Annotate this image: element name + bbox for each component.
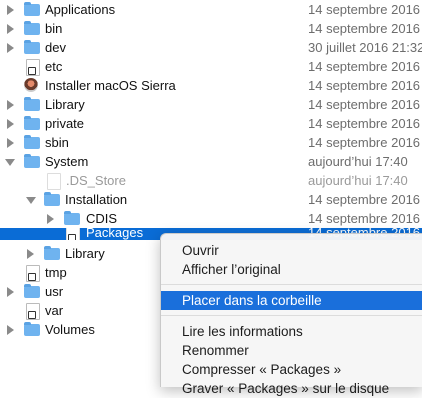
file-name: .DS_Store <box>66 173 126 188</box>
disclosure-arrow-open-icon[interactable] <box>26 197 36 204</box>
disclosure-arrow-icon[interactable] <box>7 119 14 129</box>
folder-icon <box>24 21 40 35</box>
disclosure-arrow-icon[interactable] <box>7 100 14 110</box>
alias-file-icon <box>26 59 40 76</box>
modified-date: 14 septembre 2016 0 <box>308 97 422 112</box>
file-name: var <box>45 303 64 318</box>
menu-item-get-info[interactable]: Lire les informations <box>161 322 422 341</box>
list-row-system[interactable]: System aujourd’hui 17:40 <box>0 152 422 171</box>
folder-icon <box>24 135 40 149</box>
menu-separator <box>161 315 422 316</box>
file-name: tmp <box>45 265 67 280</box>
modified-date: 14 septembre 2016 0 <box>308 2 422 17</box>
file-name: usr <box>45 284 64 299</box>
alias-arrow-icon <box>68 234 76 240</box>
disclosure-arrow-open-icon[interactable] <box>5 159 15 166</box>
file-name: dev <box>45 40 66 55</box>
folder-icon <box>24 154 40 168</box>
modified-date: aujourd’hui 17:40 <box>308 173 408 188</box>
folder-icon <box>64 211 80 225</box>
list-row-private[interactable]: private 14 septembre 2016 0 <box>0 114 422 133</box>
folder-icon <box>24 322 40 336</box>
disclosure-arrow-icon[interactable] <box>27 249 34 259</box>
file-name: CDIS <box>86 211 118 226</box>
alias-arrow-icon <box>28 67 36 75</box>
alias-arrow-icon <box>28 311 36 319</box>
file-name: Applications <box>45 2 116 17</box>
document-icon <box>47 173 61 190</box>
file-name: Installer macOS Sierra <box>45 78 176 93</box>
disclosure-arrow-icon[interactable] <box>7 138 14 148</box>
file-name: Installation <box>65 192 128 207</box>
list-row-ds-store[interactable]: .DS_Store aujourd’hui 17:40 <box>0 171 422 190</box>
file-name: bin <box>45 21 63 36</box>
list-row-dev[interactable]: dev 30 juillet 2016 21:32 <box>0 38 422 57</box>
modified-date: 14 septembre 2016 0 <box>308 78 422 93</box>
file-name: Volumes <box>45 322 95 337</box>
file-name: System <box>45 154 89 169</box>
disclosure-arrow-icon[interactable] <box>7 287 14 297</box>
file-name: sbin <box>45 135 69 150</box>
modified-date: 14 septembre 2016 0 <box>308 116 422 131</box>
modified-date: 14 septembre 2016 0 <box>308 21 422 36</box>
menu-item-burn[interactable]: Graver « Packages » sur le disque <box>161 379 422 398</box>
list-row-bin[interactable]: bin 14 septembre 2016 0 <box>0 19 422 38</box>
menu-item-show-original[interactable]: Afficher l’original <box>161 260 422 279</box>
folder-icon <box>24 116 40 130</box>
alias-file-icon <box>66 228 80 240</box>
modified-date: 30 juillet 2016 21:32 <box>308 40 422 55</box>
list-row-installation[interactable]: Installation 14 septembre 2016 0 <box>0 190 422 209</box>
alias-file-icon <box>26 265 40 282</box>
folder-icon <box>24 40 40 54</box>
modified-date: 14 septembre 2016 0 <box>308 192 422 207</box>
disclosure-arrow-icon[interactable] <box>7 325 14 335</box>
menu-item-open[interactable]: Ouvrir <box>161 241 422 260</box>
modified-date: 14 septembre 2016 0 <box>308 135 422 150</box>
list-row-etc[interactable]: etc 14 septembre 2016 0 <box>0 57 422 76</box>
file-name: private <box>45 116 85 131</box>
file-name: Library <box>45 97 85 112</box>
file-name: Packages <box>86 228 144 240</box>
list-row-applications[interactable]: Applications 14 septembre 2016 0 <box>0 0 422 19</box>
list-row-installer[interactable]: Installer macOS Sierra 14 septembre 2016… <box>0 76 422 95</box>
modified-date: aujourd’hui 17:40 <box>308 154 408 169</box>
disclosure-arrow-icon[interactable] <box>7 24 14 34</box>
menu-item-compress[interactable]: Compresser « Packages » <box>161 360 422 379</box>
menu-separator <box>161 284 422 285</box>
folder-icon <box>44 246 60 260</box>
menu-item-move-to-trash[interactable]: Placer dans la corbeille <box>161 291 422 310</box>
menu-item-rename[interactable]: Renommer <box>161 341 422 360</box>
file-name: Library <box>65 246 105 261</box>
folder-icon <box>24 2 40 16</box>
list-row-cdis[interactable]: CDIS 14 septembre 2016 0 <box>0 209 422 228</box>
context-menu: Ouvrir Afficher l’original Placer dans l… <box>160 233 422 396</box>
installer-app-icon <box>24 78 38 92</box>
file-name: etc <box>45 59 63 74</box>
folder-icon <box>24 284 40 298</box>
modified-date: 14 septembre 2016 0 <box>308 211 422 226</box>
folder-icon <box>24 97 40 111</box>
folder-icon <box>44 192 60 206</box>
alias-file-icon <box>26 303 40 320</box>
disclosure-arrow-icon[interactable] <box>47 214 54 224</box>
alias-arrow-icon <box>28 273 36 281</box>
modified-date: 14 septembre 2016 0 <box>308 59 422 74</box>
list-row-library[interactable]: Library 14 septembre 2016 0 <box>0 95 422 114</box>
list-row-sbin[interactable]: sbin 14 septembre 2016 0 <box>0 133 422 152</box>
disclosure-arrow-icon[interactable] <box>7 43 14 53</box>
disclosure-arrow-icon[interactable] <box>7 5 14 15</box>
